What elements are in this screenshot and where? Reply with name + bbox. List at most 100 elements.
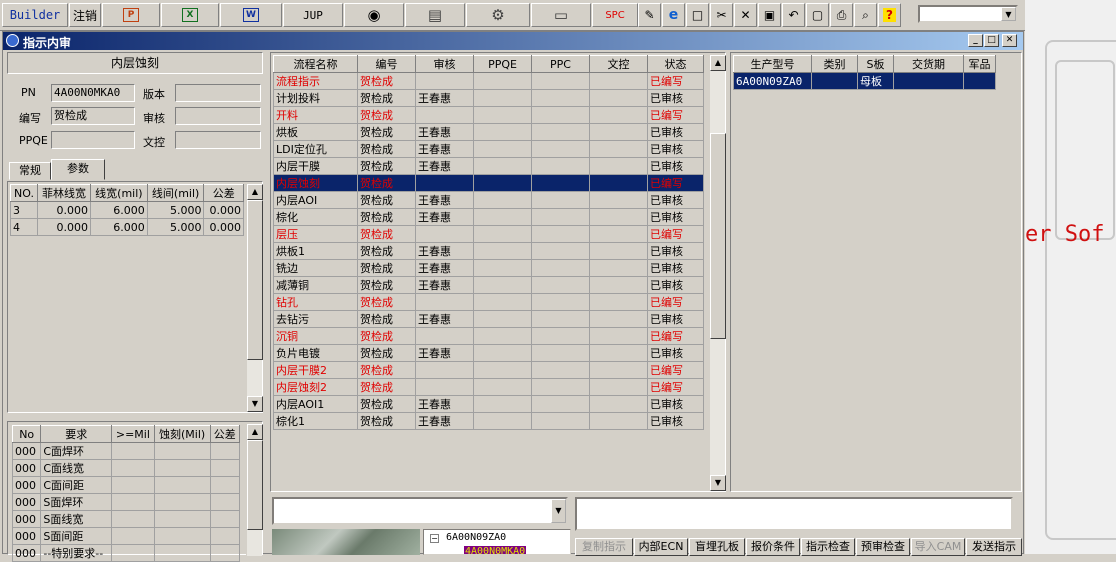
close-icon[interactable]: ✕ bbox=[1002, 34, 1017, 47]
product-col-header[interactable]: 生产型号 bbox=[733, 55, 812, 73]
process-select[interactable]: ▼ bbox=[272, 497, 568, 525]
save-button[interactable]: ▣ bbox=[758, 3, 781, 27]
process-col-header[interactable]: 状态 bbox=[647, 55, 704, 73]
scroll-thumb[interactable] bbox=[710, 133, 726, 339]
process-row[interactable]: 内层AOI 贺检成 王春惠 已审核 bbox=[273, 191, 704, 209]
process-row[interactable]: 内层干膜2 贺检成 已编写 bbox=[273, 361, 704, 379]
params-col-header[interactable]: 公差 bbox=[203, 184, 244, 202]
process-row[interactable]: 烘板 贺检成 王春惠 已审核 bbox=[273, 123, 704, 141]
action-button[interactable]: 盲埋孔板 bbox=[689, 538, 745, 556]
scroll-down-icon[interactable]: ▼ bbox=[710, 475, 726, 491]
req-col-header[interactable]: No bbox=[11, 425, 42, 443]
params-col-header[interactable]: 线间(mil) bbox=[146, 184, 205, 202]
minimize-icon[interactable]: _ bbox=[968, 34, 983, 47]
action-button[interactable]: 复制指示 bbox=[575, 538, 633, 556]
process-row[interactable]: 钻孔 贺检成 已编写 bbox=[273, 293, 704, 311]
params-col-header[interactable]: 菲林线宽 bbox=[36, 184, 92, 202]
print-button[interactable]: ⎙ bbox=[830, 3, 853, 27]
process-row[interactable]: 棕化 贺检成 王春惠 已审核 bbox=[273, 208, 704, 226]
doc-control-field[interactable] bbox=[175, 131, 261, 149]
process-col-header[interactable]: 编号 bbox=[357, 55, 416, 73]
table-row[interactable]: 4 0.000 6.000 5.000 0.000 bbox=[10, 218, 244, 236]
notepad-button[interactable]: ✎ bbox=[638, 3, 661, 27]
params-col-header[interactable]: NO. bbox=[10, 184, 38, 202]
action-button[interactable]: 发送指示 bbox=[966, 538, 1022, 556]
process-row[interactable]: 内层干膜 贺检成 王春惠 已审核 bbox=[273, 157, 704, 175]
eye-button[interactable]: ◉ bbox=[344, 3, 404, 27]
action-button[interactable]: 报价条件 bbox=[746, 538, 800, 556]
action-button[interactable]: 内部ECN bbox=[634, 538, 688, 556]
process-row[interactable]: 烘板1 贺检成 王春惠 已审核 bbox=[273, 242, 704, 260]
computer-button[interactable]: ▭ bbox=[531, 3, 591, 27]
ppqe-field[interactable] bbox=[51, 131, 135, 149]
spc-button[interactable]: SPC bbox=[592, 3, 638, 27]
paste-button[interactable]: ▢ bbox=[806, 3, 829, 27]
undo-button[interactable]: ↶ bbox=[782, 3, 805, 27]
product-col-header[interactable]: 类别 bbox=[811, 55, 858, 73]
req-col-header[interactable]: 要求 bbox=[40, 425, 113, 443]
tree-root[interactable]: 6A00N09ZA0 bbox=[446, 532, 506, 543]
tab-general[interactable]: 常规 bbox=[9, 162, 51, 180]
table-row[interactable]: 000 C面线宽 bbox=[11, 459, 241, 477]
product-row[interactable]: 6A00N09ZA0 母板 bbox=[733, 72, 996, 90]
scroll-up-icon[interactable]: ▲ bbox=[247, 424, 263, 440]
process-row[interactable]: LDI定位孔 贺检成 王春惠 已审核 bbox=[273, 140, 704, 158]
req-col-header[interactable]: 蚀刻(Mil) bbox=[153, 425, 211, 443]
table-row[interactable]: 3 0.000 6.000 5.000 0.000 bbox=[10, 201, 244, 219]
scroll-up-icon[interactable]: ▲ bbox=[710, 55, 726, 71]
version-field[interactable] bbox=[175, 84, 261, 102]
table-row[interactable]: 000 C面焊环 bbox=[11, 442, 241, 460]
logout-button[interactable]: 注销 bbox=[69, 3, 101, 27]
process-row[interactable]: 内层蚀刻 贺检成 已编写 bbox=[273, 174, 704, 192]
builder-button[interactable]: Builder bbox=[2, 3, 68, 27]
comment-textarea[interactable] bbox=[575, 497, 1013, 531]
ppt-button[interactable]: P bbox=[102, 3, 160, 27]
params-col-header[interactable]: 线宽(mil) bbox=[90, 184, 148, 202]
process-row[interactable]: 减薄铜 贺检成 王春惠 已审核 bbox=[273, 276, 704, 294]
author-field[interactable]: 贺检成 bbox=[51, 107, 135, 125]
process-row[interactable]: 负片电镀 贺检成 王春惠 已审核 bbox=[273, 344, 704, 362]
chevron-down-icon[interactable]: ▼ bbox=[551, 499, 566, 523]
process-row[interactable]: 铣边 贺检成 王春惠 已审核 bbox=[273, 259, 704, 277]
process-row[interactable]: 开料 贺检成 已编写 bbox=[273, 106, 704, 124]
action-button[interactable]: 指示检查 bbox=[801, 538, 855, 556]
process-col-header[interactable]: 文控 bbox=[589, 55, 648, 73]
scroll-down-icon[interactable]: ▼ bbox=[247, 396, 263, 412]
table-row[interactable]: 000 --特别要求-- bbox=[11, 544, 241, 562]
scroll-up-icon[interactable]: ▲ bbox=[247, 184, 263, 200]
scroll-thumb[interactable] bbox=[247, 200, 263, 360]
tree-collapse-icon[interactable]: − bbox=[430, 534, 439, 543]
process-col-header[interactable]: PPC bbox=[531, 55, 590, 73]
process-row[interactable]: 内层蚀刻2 贺检成 已编写 bbox=[273, 378, 704, 396]
settings-button[interactable]: ⚙ bbox=[466, 3, 530, 27]
action-button[interactable]: 导入CAM bbox=[911, 538, 965, 556]
process-scrollbar[interactable]: ▲ ▼ bbox=[709, 55, 726, 491]
review-field[interactable] bbox=[175, 107, 261, 125]
binoculars-button[interactable]: ⌕ bbox=[854, 3, 877, 27]
process-row[interactable]: 层压 贺检成 已编写 bbox=[273, 225, 704, 243]
table-row[interactable]: 000 S面间距 bbox=[11, 527, 241, 545]
product-col-header[interactable]: 交货期 bbox=[893, 55, 964, 73]
process-row[interactable]: 棕化1 贺检成 王春惠 已审核 bbox=[273, 412, 704, 430]
jup-button[interactable]: JUP bbox=[283, 3, 343, 27]
close-x-button[interactable]: ✕ bbox=[734, 3, 757, 27]
process-col-header[interactable]: PPQE bbox=[473, 55, 532, 73]
process-row[interactable]: 去钻污 贺检成 王春惠 已审核 bbox=[273, 310, 704, 328]
process-col-header[interactable]: 审核 bbox=[415, 55, 474, 73]
req-col-header[interactable]: >=Mil bbox=[111, 425, 155, 443]
action-button[interactable]: 预审检查 bbox=[856, 538, 910, 556]
ie-button[interactable]: e bbox=[662, 3, 685, 27]
database-button[interactable]: ▤ bbox=[405, 3, 465, 27]
product-col-header[interactable]: S板 bbox=[857, 55, 894, 73]
process-col-header[interactable]: 流程名称 bbox=[273, 55, 358, 73]
window-titlebar[interactable]: 指示内审 _ □ ✕ bbox=[3, 32, 1023, 50]
new-file-button[interactable]: □ bbox=[686, 3, 709, 27]
maximize-icon[interactable]: □ bbox=[984, 34, 999, 47]
word-button[interactable]: W bbox=[220, 3, 282, 27]
excel-button[interactable]: X bbox=[161, 3, 219, 27]
requirements-scrollbar[interactable]: ▲ bbox=[246, 424, 263, 556]
help-button[interactable]: ? bbox=[878, 3, 901, 27]
cut-button[interactable]: ✂ bbox=[710, 3, 733, 27]
table-row[interactable]: 000 S面线宽 bbox=[11, 510, 241, 528]
process-row[interactable]: 沉铜 贺检成 已编写 bbox=[273, 327, 704, 345]
